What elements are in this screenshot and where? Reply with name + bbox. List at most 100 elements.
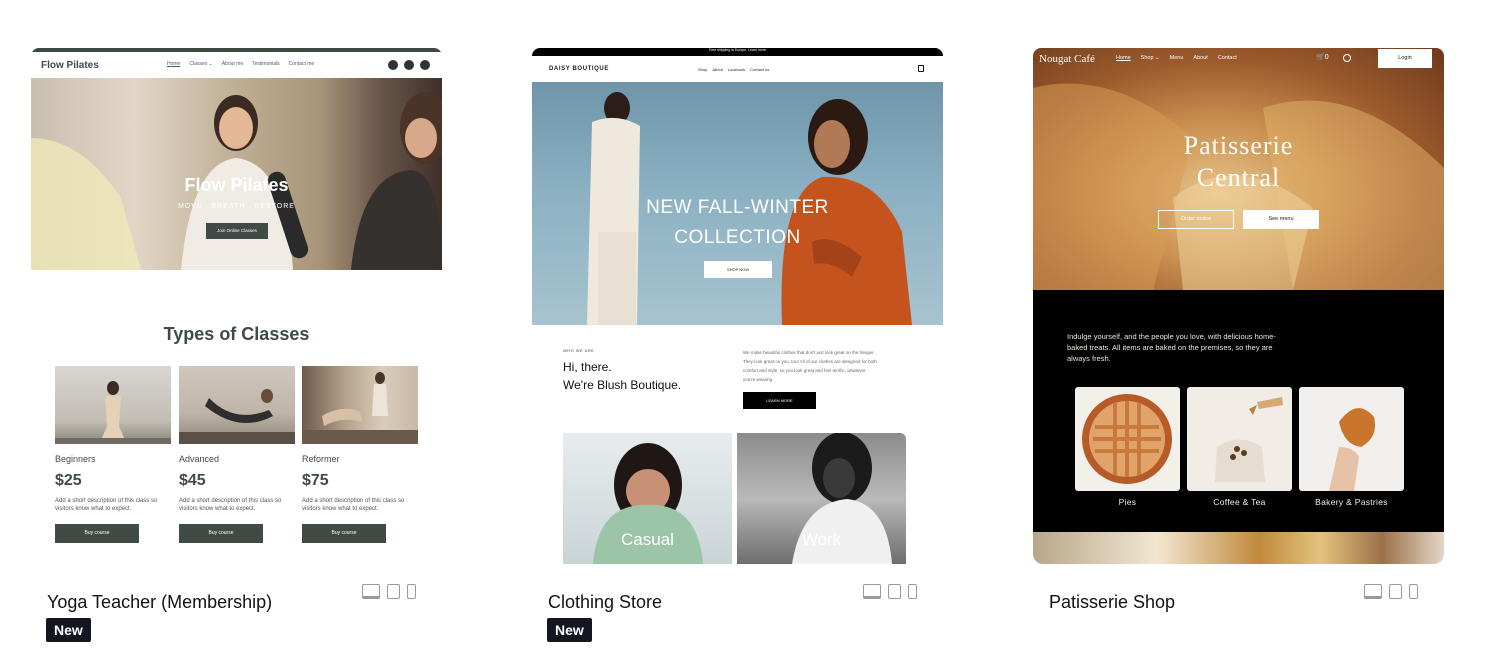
preview-logo: DAISY BOUTIQUE: [549, 66, 609, 72]
class-name: Beginners: [55, 454, 96, 464]
facebook-icon: [404, 60, 414, 70]
nav-link: Lookbook: [727, 67, 746, 72]
hero-image: Nougat Café Home Shop ⌄ Menu About Conta…: [1033, 48, 1444, 290]
category-photo-pies: [1075, 387, 1180, 491]
device-icons: [1364, 584, 1418, 599]
preview-nav-links: Shop About Lookbook Contact us: [698, 67, 769, 72]
nav-link: Shop: [698, 67, 708, 72]
template-preview[interactable]: Nougat Café Home Shop ⌄ Menu About Conta…: [1033, 48, 1444, 564]
tile-label: Work: [801, 530, 842, 549]
class-description: Add a short description of this class so…: [302, 498, 405, 512]
tablet-icon[interactable]: [888, 584, 901, 599]
class-card: Reformer $75 Add a short description of …: [302, 366, 418, 543]
nav-link: Contact me: [288, 61, 315, 67]
nav-link: Contact: [1217, 55, 1237, 61]
buy-course-button: Buy course: [55, 524, 139, 543]
nav-link: Shop ⌄: [1140, 55, 1160, 61]
who-we-are-label: WHO WE ARE: [563, 348, 595, 353]
class-price: $45: [179, 472, 206, 489]
learn-more-button: LEARN MORE: [743, 392, 816, 409]
template-title[interactable]: Patisserie Shop: [1049, 592, 1175, 613]
nav-link: About me: [221, 61, 244, 67]
mobile-icon[interactable]: [908, 584, 917, 599]
instagram-icon: [388, 60, 398, 70]
template-preview[interactable]: Flow Pilates Home Classes ⌄ About me Tes…: [31, 48, 442, 564]
hero-title: NEW FALL-WINTER COLLECTION: [532, 193, 943, 253]
class-price: $25: [55, 472, 82, 489]
announcement-bar: Free shipping in Europe. Learn more: [532, 48, 943, 56]
category-label: Coffee & Tea: [1213, 497, 1266, 507]
login-button: Login: [1378, 49, 1432, 68]
tablet-icon[interactable]: [1389, 584, 1402, 599]
hero-title: Patisserie Central: [1033, 130, 1444, 194]
greeting-line: We're Blush Boutique.: [563, 378, 682, 392]
intro-text: Indulge yourself, and the people you lov…: [1067, 332, 1276, 363]
class-photo: [179, 366, 295, 444]
social-icons: [388, 60, 430, 70]
nav-link: Home: [1116, 55, 1131, 61]
buy-course-button: Buy course: [179, 524, 263, 543]
class-description: Add a short description of this class so…: [55, 498, 158, 512]
class-photo: [55, 366, 171, 444]
hero-title-line: NEW FALL-WINTER: [646, 197, 829, 218]
category-tile-casual: Casual: [563, 433, 732, 564]
header-icons: 🛒0: [1316, 53, 1351, 62]
preview-logo: Nougat Café: [1039, 53, 1095, 65]
class-name: Reformer: [302, 454, 340, 464]
preview-navbar: Flow Pilates Home Classes ⌄ About me Tes…: [31, 52, 442, 78]
croissant-photo: [1033, 532, 1444, 564]
device-icons: [863, 584, 917, 599]
class-price: $75: [302, 472, 329, 489]
nav-link: Home: [167, 61, 181, 67]
class-description: Add a short description of this class so…: [179, 498, 282, 512]
section-title: Types of Classes: [163, 324, 310, 344]
hero-button: Join Online Classes: [206, 223, 268, 239]
template-title[interactable]: Clothing Store: [548, 592, 662, 613]
hero-title-line: Patisserie: [1183, 131, 1294, 160]
category-label: Bakery & Pastries: [1315, 497, 1388, 507]
template-preview[interactable]: Free shipping in Europe. Learn more DAIS…: [532, 48, 943, 564]
greeting-line: Hi, there.: [563, 360, 612, 374]
buy-course-button: Buy course: [302, 524, 386, 543]
greeting: Hi, there. We're Blush Boutique.: [563, 358, 681, 394]
template-title[interactable]: Yoga Teacher (Membership): [47, 592, 272, 613]
mobile-icon[interactable]: [407, 584, 416, 599]
tile-label: Casual: [621, 530, 674, 549]
category-tile-work: Work: [737, 433, 906, 564]
category-label: Pies: [1118, 497, 1137, 507]
hero-image: Flow Pilates MOVE . BREATH . RESTORE Joi…: [31, 78, 442, 270]
desktop-icon[interactable]: [362, 584, 380, 599]
preview-navbar: DAISY BOUTIQUE Shop About Lookbook Conta…: [532, 56, 943, 82]
hero-people-photo: [31, 92, 442, 270]
see-menu-button: See menu: [1243, 210, 1319, 229]
cart-icon: 🛒0: [1316, 54, 1329, 61]
template-card-yoga[interactable]: Flow Pilates Home Classes ⌄ About me Tes…: [31, 48, 442, 642]
bag-icon: [918, 65, 924, 72]
order-online-button: Order online: [1158, 210, 1234, 229]
class-card: Advanced $45 Add a short description of …: [179, 366, 295, 543]
template-card-clothing[interactable]: Free shipping in Europe. Learn more DAIS…: [532, 48, 943, 642]
nav-link: Contact us: [750, 67, 770, 72]
desktop-icon[interactable]: [1364, 584, 1382, 599]
preview-logo: Flow Pilates: [41, 59, 99, 71]
shop-now-button: SHOP NOW: [704, 261, 772, 278]
instagram-icon: [420, 60, 430, 70]
hero-title-line: COLLECTION: [674, 227, 801, 248]
hero-title-line: Central: [1196, 163, 1281, 192]
desktop-icon[interactable]: [863, 584, 881, 599]
hero-title: Flow Pilates: [184, 175, 289, 195]
nav-link: Classes ⌄: [189, 61, 213, 67]
device-icons: [362, 584, 416, 599]
new-badge: New: [46, 618, 91, 642]
template-card-patisserie[interactable]: Nougat Café Home Shop ⌄ Menu About Conta…: [1033, 48, 1444, 612]
preview-nav-links: Home Classes ⌄ About me Testimonials Con…: [167, 61, 314, 67]
mobile-icon[interactable]: [1409, 584, 1418, 599]
preview-nav-links: Home Shop ⌄ Menu About Contact: [1116, 55, 1237, 61]
hero-subtitle: MOVE . BREATH . RESTORE: [178, 203, 295, 210]
cart-count: 0: [1324, 54, 1329, 61]
category-photo-bakery: [1299, 387, 1404, 491]
nav-link: Testimonials: [252, 61, 280, 67]
about-text: We make beautiful clothes that don't jus…: [743, 350, 877, 382]
tablet-icon[interactable]: [387, 584, 400, 599]
nav-link: Menu: [1169, 55, 1184, 61]
